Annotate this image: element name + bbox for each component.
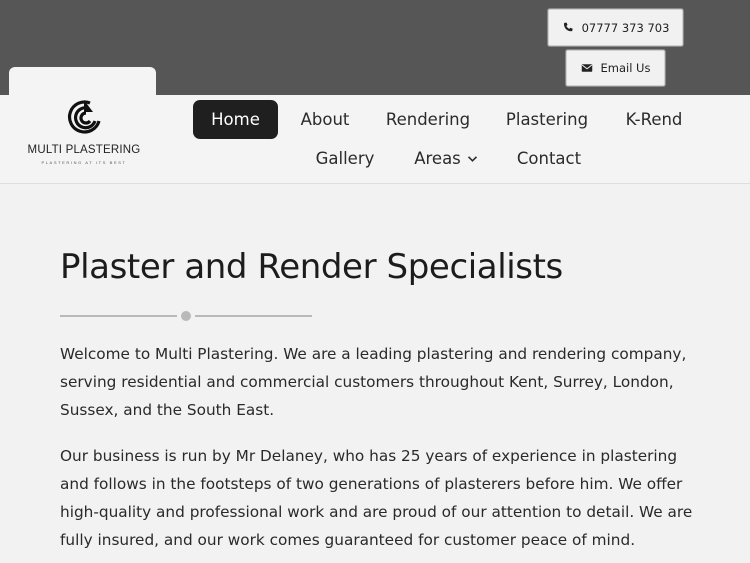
email-us-label: Email Us [600, 61, 651, 75]
nav-k-rend[interactable]: K-Rend [614, 100, 694, 139]
email-us-button[interactable]: Email Us [565, 49, 666, 87]
phone-icon [562, 22, 574, 34]
chevron-down-icon [467, 155, 478, 163]
divider-line-right [195, 315, 312, 317]
divider-dot [181, 311, 191, 321]
page-title: Plaster and Render Specialists [60, 247, 563, 287]
nav-home[interactable]: Home [193, 100, 278, 139]
phone-button[interactable]: 07777 373 703 [547, 8, 684, 47]
logo-mark-icon [66, 100, 102, 136]
nav-rendering[interactable]: Rendering [378, 100, 478, 139]
nav-contact[interactable]: Contact [508, 139, 590, 178]
nav-about[interactable]: About [290, 100, 360, 139]
logo-tagline: PLASTERING AT ITS BEST [41, 160, 127, 165]
intro-paragraph: Welcome to Multi Plastering. We are a le… [60, 345, 687, 419]
nav-gallery[interactable]: Gallery [305, 139, 385, 178]
logo-name: MULTI PLASTERING [27, 144, 141, 156]
phone-number: 07777 373 703 [581, 20, 670, 35]
nav-areas-label: Areas [414, 149, 461, 168]
envelope-icon [581, 62, 593, 74]
site-logo[interactable]: MULTI PLASTERING PLASTERING AT ITS BEST [26, 96, 142, 172]
about-paragraph: Our business is run by Mr Delaney, who h… [60, 447, 693, 549]
nav-areas[interactable]: Areas [405, 139, 487, 178]
divider-line-left [60, 315, 177, 317]
nav-plastering[interactable]: Plastering [497, 100, 597, 139]
